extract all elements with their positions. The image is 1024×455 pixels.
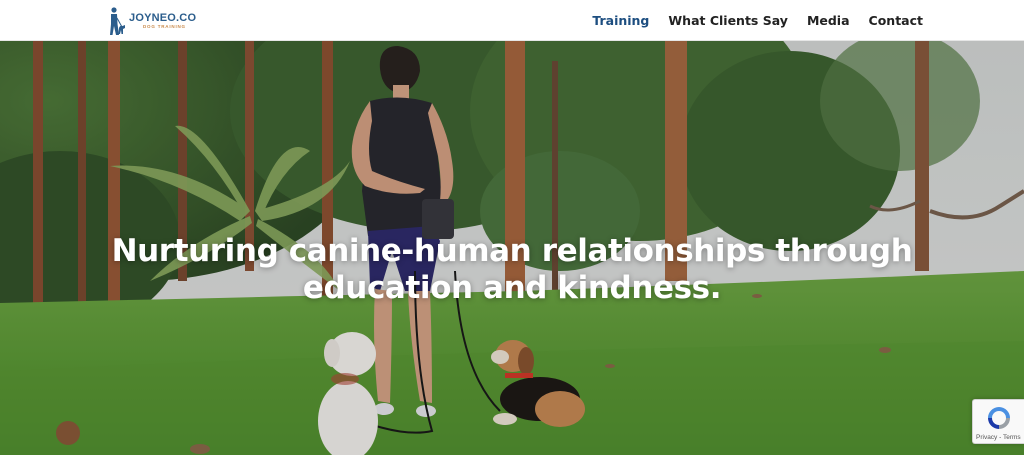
site-logo[interactable]: JOYNEO.CO DOG TRAINING [108,6,196,36]
recaptcha-privacy-link[interactable]: Privacy [976,434,997,441]
nav-media[interactable]: Media [807,13,850,28]
logo-name: JOYNEO.CO [129,11,197,24]
recaptcha-badge[interactable]: Privacy - Terms [972,399,1024,444]
nav-contact[interactable]: Contact [869,13,923,28]
dog-trainer-logo-icon [108,6,126,36]
hero-headline-line-2: education and kindness. [302,269,722,306]
hero-headline: Nurturing canine-human relationships thr… [0,233,1024,307]
recaptcha-terms-link[interactable]: Terms [1003,434,1021,441]
recaptcha-icon [988,407,1010,429]
nav-training[interactable]: Training [592,13,649,28]
hero-headline-line-1: Nurturing canine-human relationships thr… [111,232,913,269]
nav-what-clients-say[interactable]: What Clients Say [668,13,788,28]
main-nav: Training What Clients Say Media Contact [573,0,923,41]
hero-section: Nurturing canine-human relationships thr… [0,41,1024,455]
logo-tagline: DOG TRAINING [143,23,186,29]
site-header: JOYNEO.CO DOG TRAINING Training What Cli… [0,0,1024,41]
